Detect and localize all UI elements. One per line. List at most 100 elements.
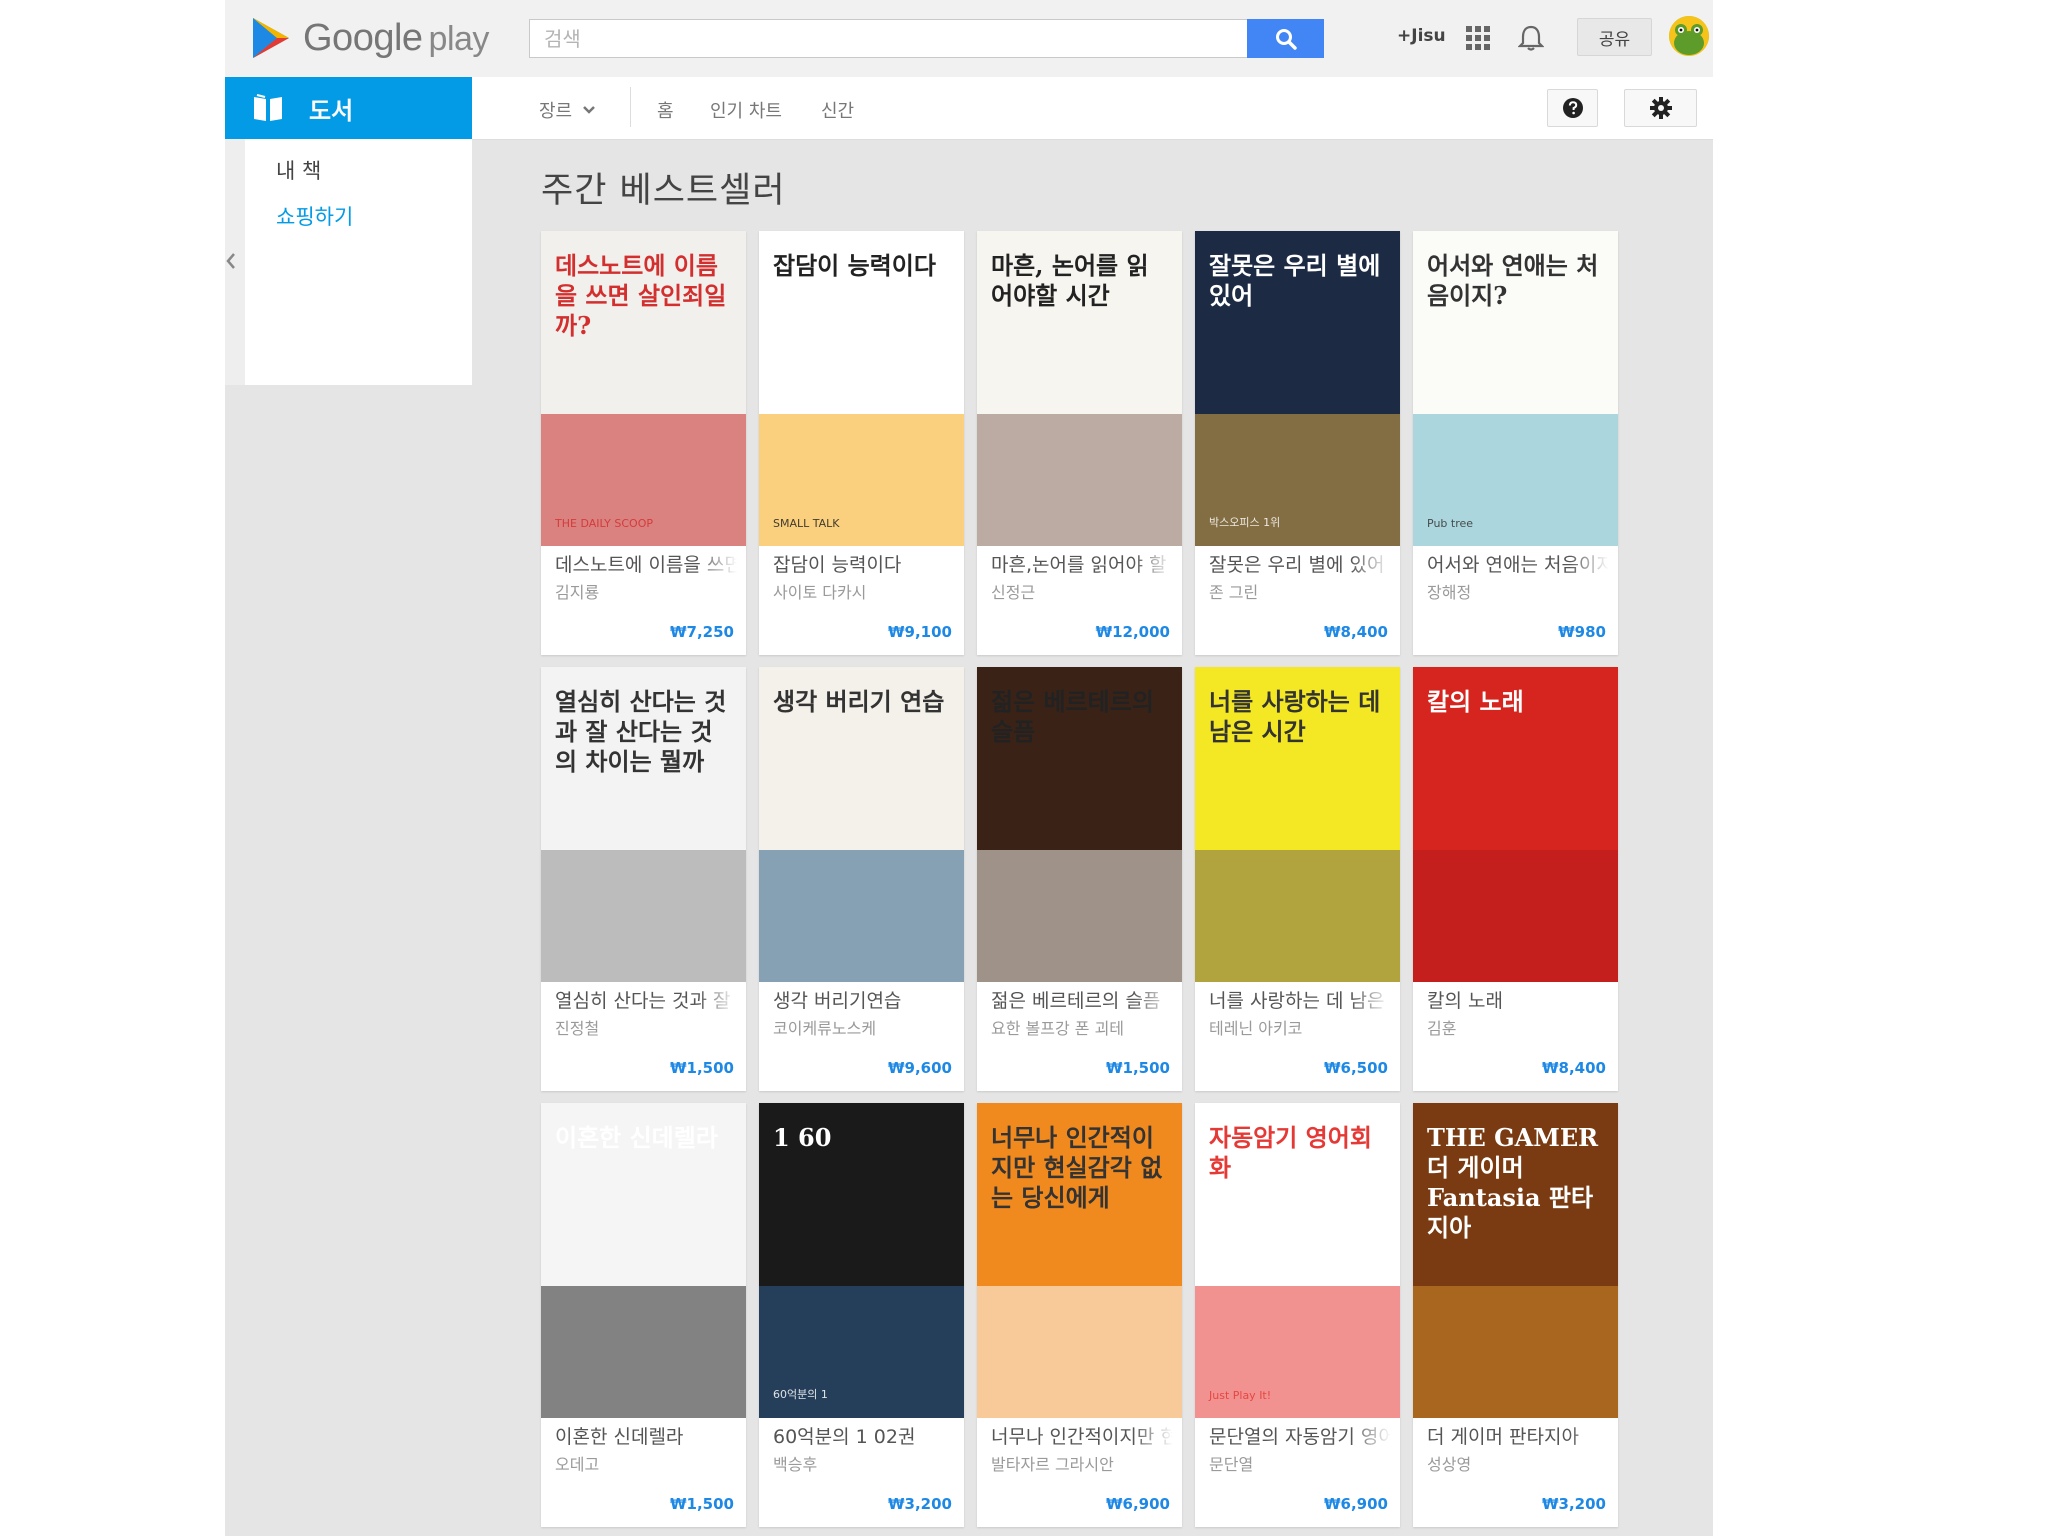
notifications-bell-icon[interactable] [1518,24,1544,52]
book-author[interactable]: 김훈 [1427,1015,1609,1039]
book-title[interactable]: 마흔,논어를 읽어야 할 시간 [991,550,1173,577]
search-input[interactable] [530,20,1247,57]
book-title[interactable]: 문단열의 자동암기 영어회화 [1209,1422,1391,1449]
book-price-button[interactable]: ₩7,250 [670,623,734,641]
book-title[interactable]: 잘못은 우리 별에 있어 [1209,550,1391,577]
book-author[interactable]: 요한 볼프강 폰 괴테 [991,1015,1173,1039]
book-card[interactable]: 젊은 베르테르의 슬픔 젊은 베르테르의 슬픔 요한 볼프강 폰 괴테 ₩1,500 [977,667,1182,1091]
book-title[interactable]: 더 게이머 판타지아 [1427,1422,1609,1449]
book-card[interactable]: 잡담이 능력이다 SMALL TALK 잡담이 능력이다 사이토 다카시 ₩9,100 [759,231,964,655]
collapse-sidebar-icon[interactable] [223,249,239,273]
book-card[interactable]: 어서와 연애는 처음이지? Pub tree 어서와 연애는 처음이지? 장해정 ₩98… [1413,231,1618,655]
book-cover[interactable]: 생각 버리기 연습 [759,667,964,982]
book-author[interactable]: 발타자르 그라시안 [991,1451,1173,1475]
book-card[interactable]: 잘못은 우리 별에 있어 박스오피스 1위잘못은 우리 별에 있어 존 그린 ₩8,4… [1195,231,1400,655]
user-avatar[interactable] [1669,16,1709,56]
settings-button[interactable] [1624,89,1697,127]
category-label: 도서 [309,96,354,125]
book-cover[interactable]: 젊은 베르테르의 슬픔 [977,667,1182,982]
book-cover[interactable]: 마흔, 논어를 읽어야할 시간 [977,231,1182,546]
book-card[interactable]: 칼의 노래 칼의 노래 김훈 ₩8,400 [1413,667,1618,1091]
book-card[interactable]: 너무나 인간적이지만 현실감각 없는 당신에게너무나 인간적이지만 현실감각 없… [977,1103,1182,1527]
book-title[interactable]: 데스노트에 이름을 쓰면 살인죄일까? [555,550,737,577]
genre-dropdown[interactable]: 장르 [539,97,596,123]
sidebar-item-my-books[interactable]: 내 책 [276,155,321,185]
book-title[interactable]: 너를 사랑하는 데 남은 시간 [1209,986,1391,1013]
apps-grid-icon[interactable] [1466,26,1490,50]
book-price-button[interactable]: ₩6,500 [1324,1059,1388,1077]
book-price-button[interactable]: ₩12,000 [1096,623,1170,641]
book-cover[interactable]: 잘못은 우리 별에 있어 박스오피스 1위 [1195,231,1400,546]
book-price-button[interactable]: ₩8,400 [1324,623,1388,641]
book-price-button[interactable]: ₩1,500 [1106,1059,1170,1077]
book-price-button[interactable]: ₩6,900 [1324,1495,1388,1513]
book-price-button[interactable]: ₩3,200 [1542,1495,1606,1513]
book-card[interactable]: 너를 사랑하는 데 남은 시간너를 사랑하는 데 남은 시간테레닌 아키코₩6,… [1195,667,1400,1091]
book-cover[interactable]: 데스노트에 이름을 쓰면 살인죄일까? THE DAILY SCOOP [541,231,746,546]
book-title[interactable]: 잡담이 능력이다 [773,550,955,577]
book-cover[interactable]: 열심히 산다는 것과 잘 산다는 것의 차이는 뭘까 [541,667,746,982]
user-profile-link[interactable]: +Jisu [1397,26,1446,46]
book-author[interactable]: 성상영 [1427,1451,1609,1475]
share-button[interactable]: 공유 [1577,18,1652,56]
book-author[interactable]: 문단열 [1209,1451,1391,1475]
cover-title: 잡담이 능력이다 [773,251,936,280]
book-author[interactable]: 신정근 [991,579,1173,603]
book-author[interactable]: 김지룡 [555,579,737,603]
book-author[interactable]: 테레닌 아키코 [1209,1015,1391,1039]
book-price-button[interactable]: ₩8,400 [1542,1059,1606,1077]
book-card[interactable]: 데스노트에 이름을 쓰면 살인죄일까? THE DAILY SCOOP 데스노트에 … [541,231,746,655]
book-title[interactable]: 칼의 노래 [1427,986,1609,1013]
book-author[interactable]: 사이토 다카시 [773,579,955,603]
book-price-button[interactable]: ₩6,900 [1106,1495,1170,1513]
book-card[interactable]: THE GAMER 더 게이머 Fantasia 판타지아더 게이머 판타지아 성… [1413,1103,1618,1527]
book-author[interactable]: 존 그린 [1209,579,1391,603]
nav-top-charts-link[interactable]: 인기 차트 [710,97,782,123]
book-author[interactable]: 코이케류노스케 [773,1015,955,1039]
book-title[interactable]: 젊은 베르테르의 슬픔 [991,986,1173,1013]
cover-art [541,1285,746,1418]
book-title[interactable]: 생각 버리기연습 [773,986,955,1013]
book-cover[interactable]: 잡담이 능력이다 SMALL TALK [759,231,964,546]
top-bar: Googleplay +Jisu 공유 [225,0,1713,77]
nav-new-releases-link[interactable]: 신간 [821,97,854,123]
book-price-button[interactable]: ₩1,500 [670,1495,734,1513]
google-play-logo[interactable]: Google play [251,10,489,66]
book-price-button[interactable]: ₩980 [1558,623,1606,641]
book-card[interactable]: 이혼한 신데렐라 이혼한 신데렐라 오데고 ₩1,500 [541,1103,746,1527]
book-author[interactable]: 오데고 [555,1451,737,1475]
book-author[interactable]: 백승후 [773,1451,955,1475]
book-title[interactable]: 열심히 산다는 것과 잘 산다는 것의 차이는 뭘까 [555,986,737,1013]
book-price-button[interactable]: ₩1,500 [670,1059,734,1077]
book-card[interactable]: 생각 버리기 연습생각 버리기연습 코이케류노스케 ₩9,600 [759,667,964,1091]
book-cover[interactable]: 1 60 60억분의 1 [759,1103,964,1418]
book-cover[interactable]: 이혼한 신데렐라 [541,1103,746,1418]
book-author[interactable]: 진정철 [555,1015,737,1039]
book-price-button[interactable]: ₩9,100 [888,623,952,641]
books-category-tab[interactable]: 도서 [225,77,472,139]
book-price-button[interactable]: ₩9,600 [888,1059,952,1077]
search-box [529,19,1248,58]
search-button[interactable] [1247,19,1324,58]
book-card[interactable]: 열심히 산다는 것과 잘 산다는 것의 차이는 뭘까열심히 산다는 것과 잘 산… [541,667,746,1091]
book-card[interactable]: 마흔, 논어를 읽어야할 시간마흔,논어를 읽어야 할 시간신정근 ₩12,000 [977,231,1182,655]
book-author[interactable]: 장해정 [1427,579,1609,603]
book-cover[interactable]: 어서와 연애는 처음이지? Pub tree [1413,231,1618,546]
book-card[interactable]: 자동암기 영어회화 Just Play It! 문단열의 자동암기 영어회화문단열 ₩… [1195,1103,1400,1527]
book-card[interactable]: 1 60 60억분의 1 60억분의 1 02권 백승후 ₩3,200 [759,1103,964,1527]
help-button[interactable] [1547,89,1598,127]
book-cover[interactable]: 칼의 노래 [1413,667,1618,982]
book-title[interactable]: 너무나 인간적이지만 현실감각 없는 당신에게 [991,1422,1173,1449]
sidebar-item-shop[interactable]: 쇼핑하기 [276,201,353,231]
cover-title: 어서와 연애는 처음이지? [1427,251,1599,310]
book-price-button[interactable]: ₩3,200 [888,1495,952,1513]
book-cover[interactable]: 자동암기 영어회화 Just Play It! [1195,1103,1400,1418]
book-cover[interactable]: 너를 사랑하는 데 남은 시간 [1195,667,1400,982]
book-cover[interactable]: THE GAMER 더 게이머 Fantasia 판타지아 [1413,1103,1618,1418]
cover-subtitle: 박스오피스 1위 [1209,516,1281,529]
book-title[interactable]: 이혼한 신데렐라 [555,1422,737,1449]
nav-home-link[interactable]: 홈 [657,97,674,123]
book-title[interactable]: 60억분의 1 02권 [773,1422,955,1449]
book-title[interactable]: 어서와 연애는 처음이지? [1427,550,1609,577]
book-cover[interactable]: 너무나 인간적이지만 현실감각 없는 당신에게 [977,1103,1182,1418]
